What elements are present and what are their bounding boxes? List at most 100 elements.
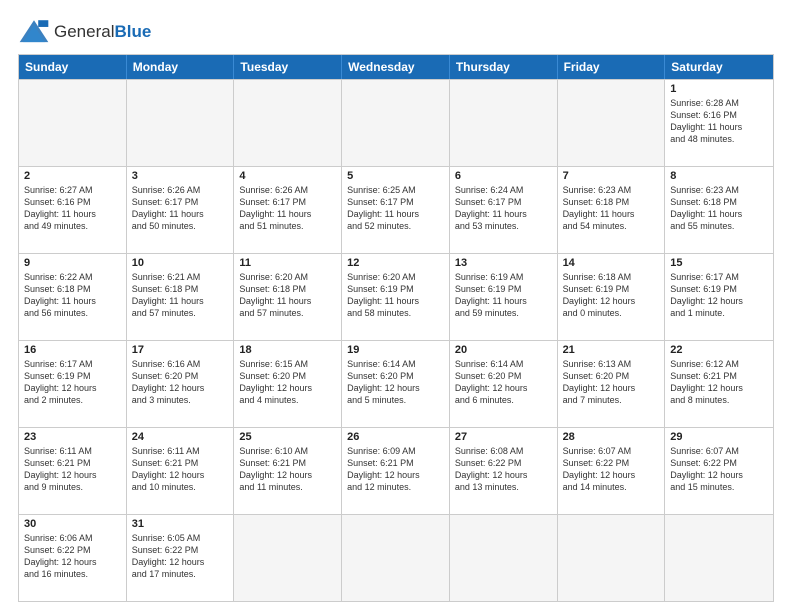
day-info: Sunrise: 6:08 AM Sunset: 6:22 PM Dayligh… bbox=[455, 445, 552, 494]
calendar-row-0: 1Sunrise: 6:28 AM Sunset: 6:16 PM Daylig… bbox=[19, 79, 773, 166]
calendar-cell: 15Sunrise: 6:17 AM Sunset: 6:19 PM Dayli… bbox=[665, 254, 773, 340]
calendar-cell: 10 Sunrise: 6:21 AM Sunset: 6:18 PM Dayli… bbox=[127, 254, 235, 340]
calendar-cell: 12 Sunrise: 6:20 AM Sunset: 6:19 PM Dayli… bbox=[342, 254, 450, 340]
day-info: Sunrise: 6:27 AM Sunset: 6:16 PM Dayligh… bbox=[24, 184, 121, 233]
day-number: 7 bbox=[563, 170, 660, 182]
calendar-cell bbox=[19, 80, 127, 166]
calendar-row-1: 2Sunrise: 6:27 AM Sunset: 6:16 PM Daylig… bbox=[19, 166, 773, 253]
calendar-cell: 22 Sunrise: 6:12 AM Sunset: 6:21 PM Dayli… bbox=[665, 341, 773, 427]
day-number: 28 bbox=[563, 431, 660, 443]
day-info: Sunrise: 6:19 AM Sunset: 6:19 PM Dayligh… bbox=[455, 271, 552, 320]
header-day-tuesday: Tuesday bbox=[234, 55, 342, 79]
day-number: 22 bbox=[670, 344, 768, 356]
day-number: 1 bbox=[670, 83, 768, 95]
header-day-thursday: Thursday bbox=[450, 55, 558, 79]
day-info: Sunrise: 6:23 AM Sunset: 6:18 PM Dayligh… bbox=[670, 184, 768, 233]
calendar-cell: 17Sunrise: 6:16 AM Sunset: 6:20 PM Dayli… bbox=[127, 341, 235, 427]
calendar-cell bbox=[450, 80, 558, 166]
calendar-cell: 21Sunrise: 6:13 AM Sunset: 6:20 PM Dayli… bbox=[558, 341, 666, 427]
calendar-cell: 28 Sunrise: 6:07 AM Sunset: 6:22 PM Dayli… bbox=[558, 428, 666, 514]
calendar-cell: 23 Sunrise: 6:11 AM Sunset: 6:21 PM Dayli… bbox=[19, 428, 127, 514]
calendar-cell bbox=[342, 515, 450, 601]
day-info: Sunrise: 6:21 AM Sunset: 6:18 PM Dayligh… bbox=[132, 271, 229, 320]
calendar-cell: 11Sunrise: 6:20 AM Sunset: 6:18 PM Dayli… bbox=[234, 254, 342, 340]
header-day-friday: Friday bbox=[558, 55, 666, 79]
calendar-cell: 5 Sunrise: 6:25 AM Sunset: 6:17 PM Daylig… bbox=[342, 167, 450, 253]
calendar-cell: 4 Sunrise: 6:26 AM Sunset: 6:17 PM Daylig… bbox=[234, 167, 342, 253]
day-number: 6 bbox=[455, 170, 552, 182]
day-number: 9 bbox=[24, 257, 121, 269]
calendar-cell: 18 Sunrise: 6:15 AM Sunset: 6:20 PM Dayli… bbox=[234, 341, 342, 427]
day-number: 23 bbox=[24, 431, 121, 443]
calendar-cell bbox=[450, 515, 558, 601]
day-info: Sunrise: 6:11 AM Sunset: 6:21 PM Dayligh… bbox=[132, 445, 229, 494]
day-info: Sunrise: 6:25 AM Sunset: 6:17 PM Dayligh… bbox=[347, 184, 444, 233]
day-info: Sunrise: 6:16 AM Sunset: 6:20 PM Dayligh… bbox=[132, 358, 229, 407]
calendar-cell: 29 Sunrise: 6:07 AM Sunset: 6:22 PM Dayli… bbox=[665, 428, 773, 514]
day-info: Sunrise: 6:26 AM Sunset: 6:17 PM Dayligh… bbox=[132, 184, 229, 233]
day-info: Sunrise: 6:24 AM Sunset: 6:17 PM Dayligh… bbox=[455, 184, 552, 233]
logo-text: GeneralBlue bbox=[54, 22, 151, 42]
logo-icon bbox=[18, 18, 50, 46]
day-info: Sunrise: 6:11 AM Sunset: 6:21 PM Dayligh… bbox=[24, 445, 121, 494]
day-number: 26 bbox=[347, 431, 444, 443]
day-number: 16 bbox=[24, 344, 121, 356]
day-number: 30 bbox=[24, 518, 121, 530]
day-info: Sunrise: 6:07 AM Sunset: 6:22 PM Dayligh… bbox=[670, 445, 768, 494]
calendar-cell: 27Sunrise: 6:08 AM Sunset: 6:22 PM Dayli… bbox=[450, 428, 558, 514]
calendar-cell: 13 Sunrise: 6:19 AM Sunset: 6:19 PM Dayli… bbox=[450, 254, 558, 340]
calendar-cell: 25Sunrise: 6:10 AM Sunset: 6:21 PM Dayli… bbox=[234, 428, 342, 514]
day-info: Sunrise: 6:23 AM Sunset: 6:18 PM Dayligh… bbox=[563, 184, 660, 233]
day-info: Sunrise: 6:18 AM Sunset: 6:19 PM Dayligh… bbox=[563, 271, 660, 320]
logo: GeneralBlue bbox=[18, 18, 151, 46]
day-number: 4 bbox=[239, 170, 336, 182]
day-number: 3 bbox=[132, 170, 229, 182]
calendar-cell bbox=[665, 515, 773, 601]
calendar-cell: 31Sunrise: 6:05 AM Sunset: 6:22 PM Dayli… bbox=[127, 515, 235, 601]
day-number: 29 bbox=[670, 431, 768, 443]
day-number: 13 bbox=[455, 257, 552, 269]
calendar-row-4: 23 Sunrise: 6:11 AM Sunset: 6:21 PM Dayli… bbox=[19, 427, 773, 514]
day-info: Sunrise: 6:20 AM Sunset: 6:19 PM Dayligh… bbox=[347, 271, 444, 320]
calendar-cell bbox=[127, 80, 235, 166]
calendar-cell: 14 Sunrise: 6:18 AM Sunset: 6:19 PM Dayli… bbox=[558, 254, 666, 340]
day-info: Sunrise: 6:17 AM Sunset: 6:19 PM Dayligh… bbox=[24, 358, 121, 407]
day-info: Sunrise: 6:17 AM Sunset: 6:19 PM Dayligh… bbox=[670, 271, 768, 320]
day-info: Sunrise: 6:14 AM Sunset: 6:20 PM Dayligh… bbox=[455, 358, 552, 407]
calendar-cell bbox=[234, 80, 342, 166]
day-info: Sunrise: 6:26 AM Sunset: 6:17 PM Dayligh… bbox=[239, 184, 336, 233]
day-info: Sunrise: 6:06 AM Sunset: 6:22 PM Dayligh… bbox=[24, 532, 121, 581]
day-info: Sunrise: 6:07 AM Sunset: 6:22 PM Dayligh… bbox=[563, 445, 660, 494]
calendar-cell: 6 Sunrise: 6:24 AM Sunset: 6:17 PM Daylig… bbox=[450, 167, 558, 253]
page: GeneralBlue SundayMondayTuesdayWednesday… bbox=[0, 0, 792, 612]
day-number: 5 bbox=[347, 170, 444, 182]
day-number: 10 bbox=[132, 257, 229, 269]
day-number: 18 bbox=[239, 344, 336, 356]
day-number: 14 bbox=[563, 257, 660, 269]
calendar-cell: 7 Sunrise: 6:23 AM Sunset: 6:18 PM Daylig… bbox=[558, 167, 666, 253]
calendar-cell: 20Sunrise: 6:14 AM Sunset: 6:20 PM Dayli… bbox=[450, 341, 558, 427]
day-number: 12 bbox=[347, 257, 444, 269]
calendar-cell: 26Sunrise: 6:09 AM Sunset: 6:21 PM Dayli… bbox=[342, 428, 450, 514]
day-info: Sunrise: 6:15 AM Sunset: 6:20 PM Dayligh… bbox=[239, 358, 336, 407]
calendar-cell: 30 Sunrise: 6:06 AM Sunset: 6:22 PM Dayli… bbox=[19, 515, 127, 601]
day-number: 19 bbox=[347, 344, 444, 356]
calendar-cell: 3 Sunrise: 6:26 AM Sunset: 6:17 PM Daylig… bbox=[127, 167, 235, 253]
day-info: Sunrise: 6:12 AM Sunset: 6:21 PM Dayligh… bbox=[670, 358, 768, 407]
day-number: 24 bbox=[132, 431, 229, 443]
day-info: Sunrise: 6:13 AM Sunset: 6:20 PM Dayligh… bbox=[563, 358, 660, 407]
calendar-cell: 9 Sunrise: 6:22 AM Sunset: 6:18 PM Daylig… bbox=[19, 254, 127, 340]
calendar-cell: 19 Sunrise: 6:14 AM Sunset: 6:20 PM Dayli… bbox=[342, 341, 450, 427]
calendar-cell bbox=[234, 515, 342, 601]
calendar-cell bbox=[558, 515, 666, 601]
calendar-cell: 16 Sunrise: 6:17 AM Sunset: 6:19 PM Dayli… bbox=[19, 341, 127, 427]
day-number: 8 bbox=[670, 170, 768, 182]
day-info: Sunrise: 6:14 AM Sunset: 6:20 PM Dayligh… bbox=[347, 358, 444, 407]
header-day-wednesday: Wednesday bbox=[342, 55, 450, 79]
day-info: Sunrise: 6:22 AM Sunset: 6:18 PM Dayligh… bbox=[24, 271, 121, 320]
day-number: 25 bbox=[239, 431, 336, 443]
calendar-row-2: 9 Sunrise: 6:22 AM Sunset: 6:18 PM Daylig… bbox=[19, 253, 773, 340]
calendar-header: SundayMondayTuesdayWednesdayThursdayFrid… bbox=[19, 55, 773, 79]
day-info: Sunrise: 6:20 AM Sunset: 6:18 PM Dayligh… bbox=[239, 271, 336, 320]
calendar-cell: 8 Sunrise: 6:23 AM Sunset: 6:18 PM Daylig… bbox=[665, 167, 773, 253]
